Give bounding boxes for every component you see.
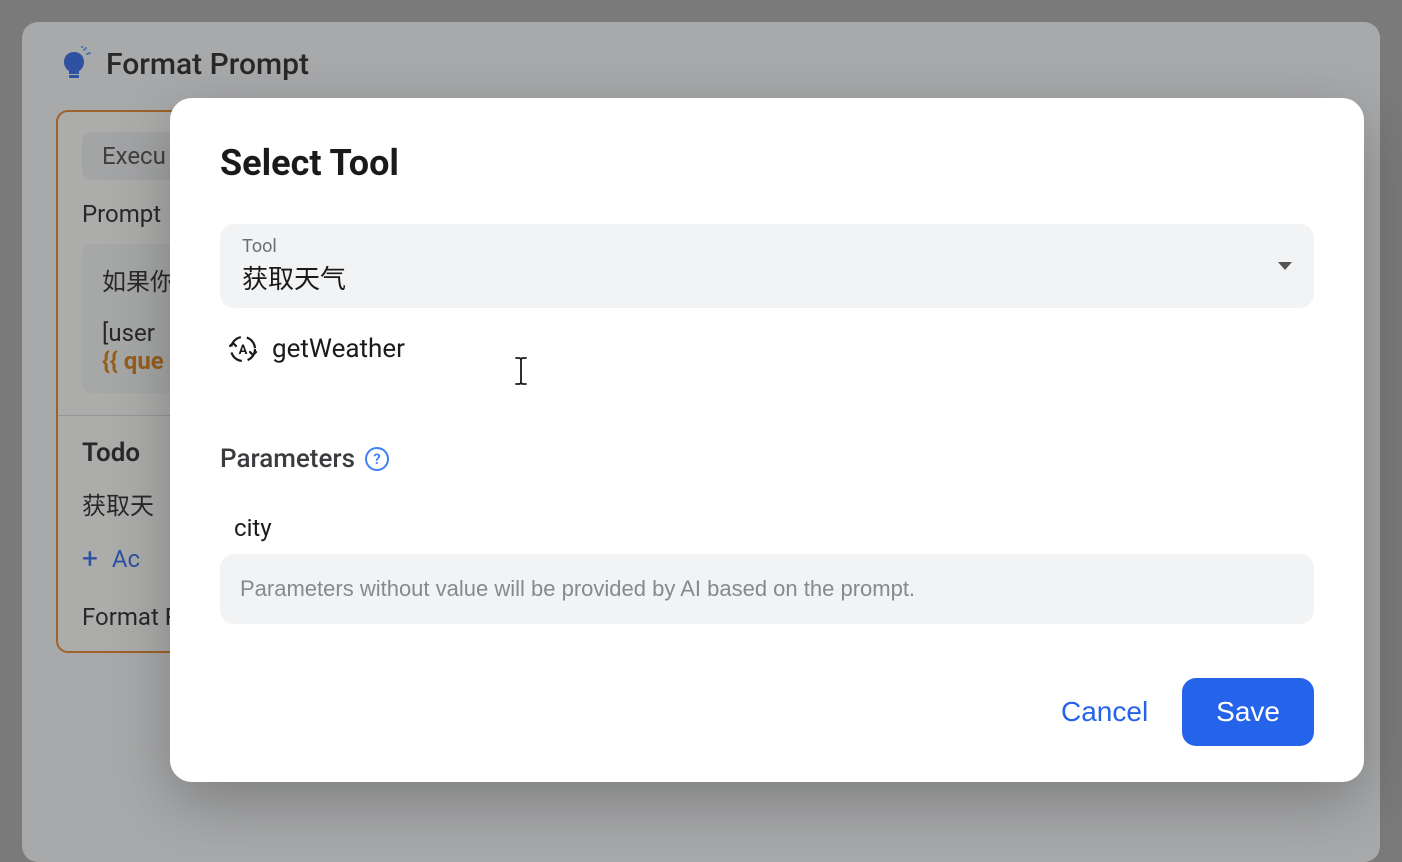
tool-select-label: Tool bbox=[242, 236, 346, 257]
tool-select-content: Tool 获取天气 bbox=[242, 236, 346, 296]
parameters-label: Parameters bbox=[220, 444, 355, 474]
tool-select-value: 获取天气 bbox=[242, 259, 346, 296]
auto-icon: A bbox=[228, 334, 258, 364]
modal-footer: Cancel Save bbox=[220, 678, 1314, 746]
select-tool-modal: Select Tool Tool 获取天气 A getWeather Param… bbox=[170, 98, 1364, 782]
cancel-button[interactable]: Cancel bbox=[1061, 696, 1148, 728]
svg-text:A: A bbox=[239, 343, 248, 358]
tool-select[interactable]: Tool 获取天气 bbox=[220, 224, 1314, 308]
tool-id-row: A getWeather bbox=[220, 334, 1314, 364]
parameter-name: city bbox=[220, 514, 1314, 542]
chevron-down-icon bbox=[1278, 262, 1292, 270]
help-icon[interactable]: ? bbox=[365, 447, 389, 471]
parameters-header: Parameters ? bbox=[220, 444, 1314, 474]
save-button[interactable]: Save bbox=[1182, 678, 1314, 746]
parameter-input[interactable] bbox=[220, 554, 1314, 624]
modal-title: Select Tool bbox=[220, 142, 1314, 184]
tool-id: getWeather bbox=[272, 334, 405, 364]
